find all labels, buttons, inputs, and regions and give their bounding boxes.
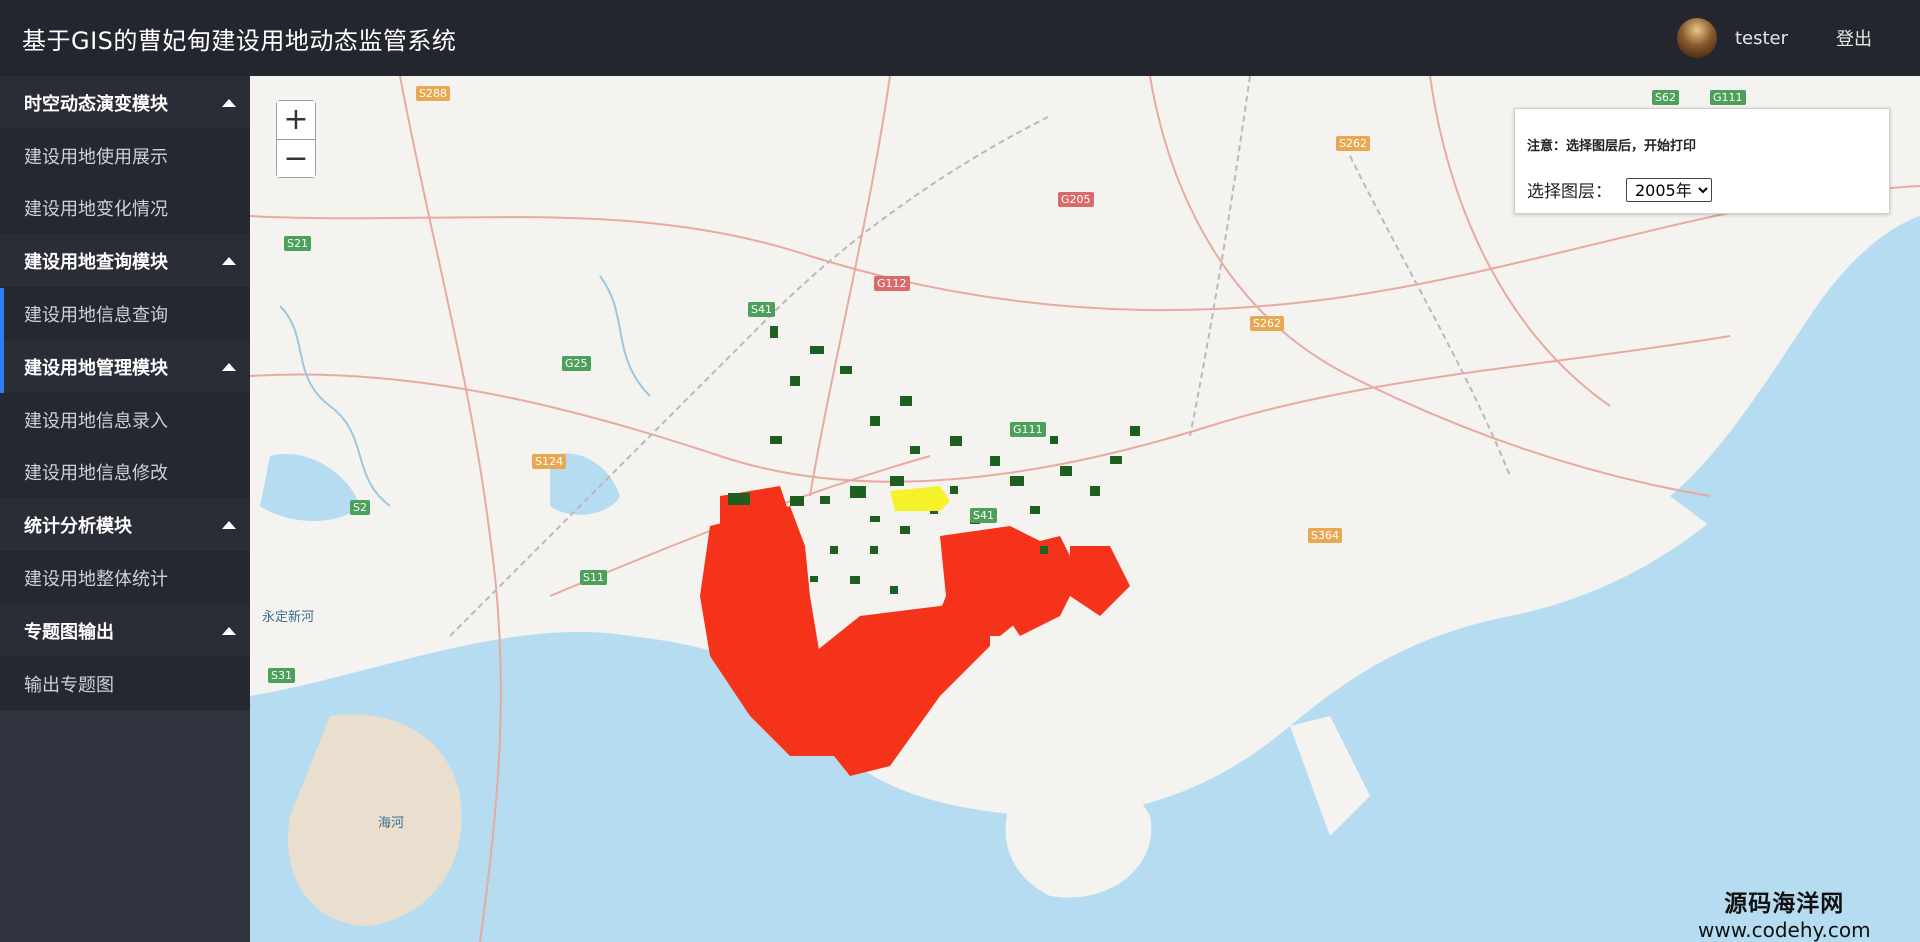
layer-select[interactable]: 2005年 bbox=[1626, 177, 1712, 202]
road-label: G111 bbox=[1710, 90, 1746, 105]
print-note: 注意：选择图层后，开始打印 bbox=[1527, 139, 1697, 154]
user-area: tester 登出 bbox=[1676, 18, 1872, 58]
sidebar-item-info-edit[interactable]: 建设用地信息修改 bbox=[0, 446, 250, 498]
road-label: S31 bbox=[268, 668, 295, 683]
road-label: S41 bbox=[748, 302, 775, 317]
layer-select-label: 选择图层： bbox=[1527, 182, 1612, 202]
watermark: 源码海洋网 www.codehy.com bbox=[1698, 884, 1871, 942]
road-label: S21 bbox=[284, 236, 311, 251]
caret-up-icon bbox=[222, 257, 236, 265]
watermark-line1: 源码海洋网 bbox=[1724, 891, 1845, 917]
sidebar-group-query[interactable]: 建设用地查询模块 bbox=[0, 234, 250, 288]
sidebar-group-thematic[interactable]: 专题图输出 bbox=[0, 604, 250, 658]
road-label: S364 bbox=[1308, 528, 1342, 543]
print-panel: 注意：选择图层后，开始打印 选择图层： 2005年 bbox=[1514, 108, 1890, 214]
road-label: S262 bbox=[1336, 136, 1370, 151]
app-header: 基于GIS的曹妃甸建设用地动态监管系统 tester 登出 bbox=[0, 0, 1920, 76]
sidebar-item-overall-stats[interactable]: 建设用地整体统计 bbox=[0, 552, 250, 604]
road-label: G111 bbox=[1010, 422, 1046, 437]
avatar[interactable] bbox=[1676, 18, 1717, 58]
road-label: S262 bbox=[1250, 316, 1284, 331]
place-label: 海河 bbox=[378, 816, 405, 831]
logout-button[interactable]: 登出 bbox=[1836, 25, 1872, 51]
reservoir-water bbox=[260, 454, 360, 521]
sidebar-group-label: 时空动态演变模块 bbox=[24, 93, 168, 115]
caret-up-icon bbox=[222, 521, 236, 529]
road-label: G205 bbox=[1058, 192, 1094, 207]
caret-up-icon bbox=[222, 627, 236, 635]
zoom-out-button[interactable]: − bbox=[277, 139, 315, 177]
caret-up-icon bbox=[222, 99, 236, 107]
sidebar-item-info-entry[interactable]: 建设用地信息录入 bbox=[0, 394, 250, 446]
road-label: S41 bbox=[970, 508, 997, 523]
zoom-in-button[interactable]: + bbox=[277, 101, 315, 139]
sidebar-item-export-map[interactable]: 输出专题图 bbox=[0, 658, 250, 710]
watermark-line2: www.codehy.com bbox=[1698, 918, 1871, 942]
road-label: S2 bbox=[350, 500, 370, 515]
sidebar-item-info-query[interactable]: 建设用地信息查询 bbox=[0, 288, 250, 340]
place-label: 永定新河 bbox=[262, 610, 315, 625]
road-label: S288 bbox=[416, 86, 450, 101]
sidebar-group-label: 统计分析模块 bbox=[24, 515, 132, 537]
sidebar-group-label: 建设用地查询模块 bbox=[24, 251, 168, 273]
sidebar-group-statistics[interactable]: 统计分析模块 bbox=[0, 498, 250, 552]
built-land-yellow bbox=[890, 486, 950, 511]
app-title: 基于GIS的曹妃甸建设用地动态监管系统 bbox=[22, 26, 457, 55]
zoom-control: + − bbox=[276, 100, 316, 178]
road-label: G112 bbox=[874, 276, 910, 291]
road-label: S62 bbox=[1652, 90, 1679, 105]
sidebar-group-label: 专题图输出 bbox=[24, 621, 114, 643]
sidebar-group-label: 建设用地管理模块 bbox=[24, 357, 168, 379]
road-label: G25 bbox=[562, 356, 591, 371]
sidebar: 时空动态演变模块 建设用地使用展示 建设用地变化情况 建设用地查询模块 建设用地… bbox=[0, 76, 250, 942]
caret-up-icon bbox=[222, 363, 236, 371]
road-label: S11 bbox=[580, 570, 607, 585]
road-label: S124 bbox=[532, 454, 566, 469]
sidebar-group-management[interactable]: 建设用地管理模块 bbox=[0, 340, 250, 394]
sidebar-group-spatiotemporal[interactable]: 时空动态演变模块 bbox=[0, 76, 250, 130]
layer-select-row: 选择图层： 2005年 bbox=[1527, 177, 1712, 202]
sidebar-item-usage-display[interactable]: 建设用地使用展示 bbox=[0, 130, 250, 182]
username: tester bbox=[1734, 27, 1788, 49]
sidebar-item-change-status[interactable]: 建设用地变化情况 bbox=[0, 182, 250, 234]
